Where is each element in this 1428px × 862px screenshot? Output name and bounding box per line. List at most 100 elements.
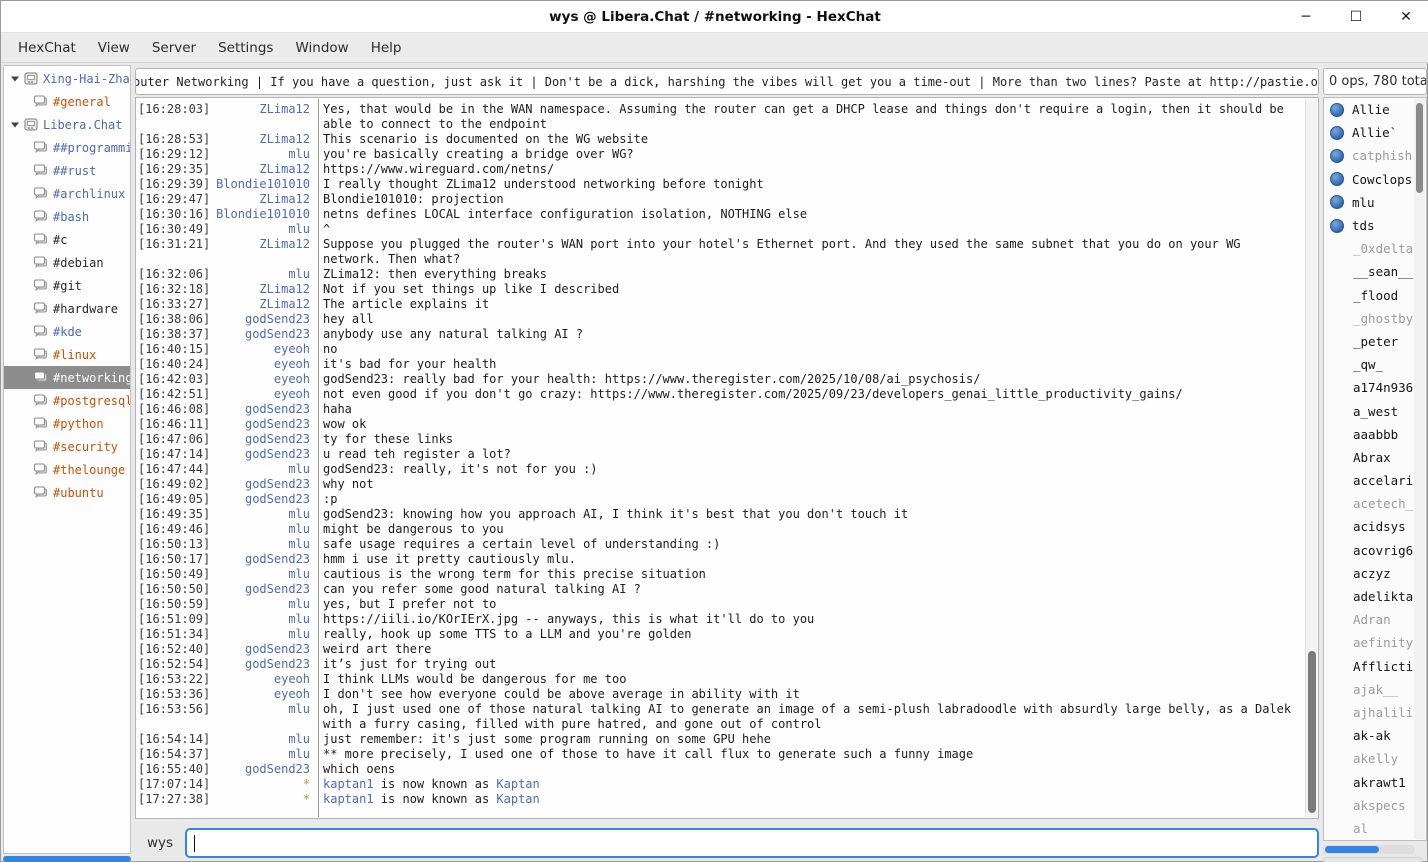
nick-label[interactable]: mlu	[213, 147, 310, 162]
user-row-akrawt1[interactable]: akrawt1	[1324, 770, 1426, 793]
nick-label[interactable]: godSend23	[213, 642, 310, 657]
expander-arrow-icon[interactable]	[8, 75, 22, 83]
tree-channel--postgresql[interactable]: #postgresql	[4, 389, 130, 412]
user-row-adran[interactable]: Adran	[1324, 608, 1426, 631]
nick-label[interactable]: godSend23	[213, 582, 310, 597]
nick-label[interactable]: godSend23	[213, 312, 310, 327]
user-row-a174n936[interactable]: a174n936	[1324, 376, 1426, 399]
user-row-al[interactable]: al	[1324, 817, 1426, 840]
tree-channel--hardware[interactable]: #hardware	[4, 297, 130, 320]
nick-label[interactable]: mlu	[213, 567, 310, 582]
chat-vertical-scrollbar[interactable]	[1305, 99, 1317, 817]
user-row--flood[interactable]: _flood	[1324, 284, 1426, 307]
user-row-accelario[interactable]: accelario	[1324, 469, 1426, 492]
user-row--qw-[interactable]: _qw_	[1324, 353, 1426, 376]
nick-label[interactable]: eyeoh	[213, 672, 310, 687]
nick-label[interactable]: godSend23	[213, 432, 310, 447]
nick-label[interactable]: mlu	[213, 627, 310, 642]
userlist-hscroll-thumb[interactable]	[1325, 846, 1379, 853]
menu-help[interactable]: Help	[360, 35, 413, 61]
tree-channel--programming[interactable]: ##programming	[4, 136, 130, 159]
nick-label[interactable]: Blondie101010	[213, 177, 310, 192]
userlist-vscroll-thumb[interactable]	[1416, 103, 1423, 193]
user-row-ajak-[interactable]: ajak__	[1324, 678, 1426, 701]
chat-vscroll-thumb[interactable]	[1308, 651, 1316, 813]
user-row-aefinity[interactable]: aefinity	[1324, 631, 1426, 654]
nick-label[interactable]: *	[213, 777, 310, 792]
nick-label[interactable]: ZLima12	[213, 297, 310, 312]
user-row-tds[interactable]: tds	[1324, 214, 1426, 237]
user-row-abrax[interactable]: Abrax	[1324, 446, 1426, 469]
nick-label[interactable]: eyeoh	[213, 342, 310, 357]
tree-channel--general[interactable]: #general	[4, 90, 130, 113]
user-row-acovrig60[interactable]: acovrig60	[1324, 539, 1426, 562]
nick-label[interactable]: mlu	[213, 537, 310, 552]
nick-label[interactable]: godSend23	[213, 327, 310, 342]
tree-channel--rust[interactable]: ##rust	[4, 159, 130, 182]
topic-bar[interactable]: outer Networking | If you have a questio…	[135, 68, 1319, 95]
tree-channel--python[interactable]: #python	[4, 412, 130, 435]
tree-channel--c[interactable]: #c	[4, 228, 130, 251]
nick-label[interactable]: eyeoh	[213, 372, 310, 387]
user-row-acetech-[interactable]: acetech_	[1324, 492, 1426, 515]
nick-label[interactable]: mlu	[213, 507, 310, 522]
tree-network-libera-chat[interactable]: Libera.Chat	[4, 113, 130, 136]
user-row-ak-ak[interactable]: ak-ak	[1324, 724, 1426, 747]
nick-label[interactable]: mlu	[213, 522, 310, 537]
tree-channel--networking[interactable]: #networking	[4, 366, 130, 389]
user-row-aaabbb[interactable]: aaabbb	[1324, 423, 1426, 446]
nick-label[interactable]: eyeoh	[213, 687, 310, 702]
user-row--peter[interactable]: _peter	[1324, 330, 1426, 353]
nick-label[interactable]: ZLima12	[213, 162, 310, 177]
nick-label[interactable]: mlu	[213, 702, 310, 732]
nick-label[interactable]: mlu	[213, 267, 310, 282]
minimize-button[interactable]: ─	[1297, 9, 1315, 25]
user-row-allie-[interactable]: Allie`	[1324, 121, 1426, 144]
nick-label[interactable]: godSend23	[213, 762, 310, 777]
nick-label[interactable]: mlu	[213, 732, 310, 747]
tree-channel--thelounge[interactable]: #thelounge	[4, 458, 130, 481]
nick-label[interactable]: Blondie101010	[213, 207, 310, 222]
nick-label[interactable]: godSend23	[213, 417, 310, 432]
userlist-vertical-scrollbar[interactable]	[1414, 99, 1425, 839]
nick-label[interactable]: godSend23	[213, 492, 310, 507]
menu-hexchat[interactable]: HexChat	[7, 35, 87, 61]
user-row--sean-[interactable]: __sean__	[1324, 260, 1426, 283]
tree-horizontal-scrollbar[interactable]	[3, 856, 131, 862]
tree-channel--git[interactable]: #git	[4, 274, 130, 297]
tree-channel--security[interactable]: #security	[4, 435, 130, 458]
user-row-cowclops-[interactable]: Cowclops`	[1324, 168, 1426, 191]
maximize-button[interactable]: ☐	[1347, 9, 1365, 25]
tree-channel--debian[interactable]: #debian	[4, 251, 130, 274]
nick-label[interactable]: eyeoh	[213, 357, 310, 372]
message-input[interactable]	[185, 828, 1319, 858]
menu-settings[interactable]: Settings	[207, 35, 284, 61]
nick-label[interactable]: *	[213, 792, 310, 807]
expander-arrow-icon[interactable]	[8, 121, 22, 129]
user-row-akelly[interactable]: akelly	[1324, 747, 1426, 770]
user-row-akspecs[interactable]: akspecs	[1324, 794, 1426, 817]
user-row-ajhalili2[interactable]: ajhalili2	[1324, 701, 1426, 724]
tree-network-xing-hai-zhan[interactable]: Xing-Hai-Zhan	[4, 67, 130, 90]
tree-channel--kde[interactable]: #kde	[4, 320, 130, 343]
nick-label[interactable]: godSend23	[213, 402, 310, 417]
userlist-horizontal-scrollbar[interactable]	[1323, 845, 1415, 854]
user-row-aczyz[interactable]: aczyz	[1324, 562, 1426, 585]
nick-label[interactable]: godSend23	[213, 477, 310, 492]
menu-server[interactable]: Server	[141, 35, 207, 61]
tree-channel--archlinux[interactable]: #archlinux	[4, 182, 130, 205]
nick-label[interactable]: mlu	[213, 462, 310, 477]
nick-label[interactable]: ZLima12	[213, 102, 310, 132]
user-row-catphish[interactable]: catphish	[1324, 144, 1426, 167]
nick-label[interactable]: mlu	[213, 747, 310, 762]
user-row--0xdelta[interactable]: _0xdelta	[1324, 237, 1426, 260]
nick-label[interactable]: ZLima12	[213, 237, 310, 267]
menu-view[interactable]: View	[87, 35, 141, 61]
nick-label[interactable]: mlu	[213, 597, 310, 612]
user-row-acidsys[interactable]: acidsys	[1324, 515, 1426, 538]
user-row-adeliktas[interactable]: adeliktas	[1324, 585, 1426, 608]
nick-label[interactable]: godSend23	[213, 552, 310, 567]
tree-hscroll-thumb[interactable]	[3, 856, 131, 862]
nick-label[interactable]: ZLima12	[213, 132, 310, 147]
userlist-horizontal-scrollbar-2[interactable]	[1323, 857, 1423, 862]
